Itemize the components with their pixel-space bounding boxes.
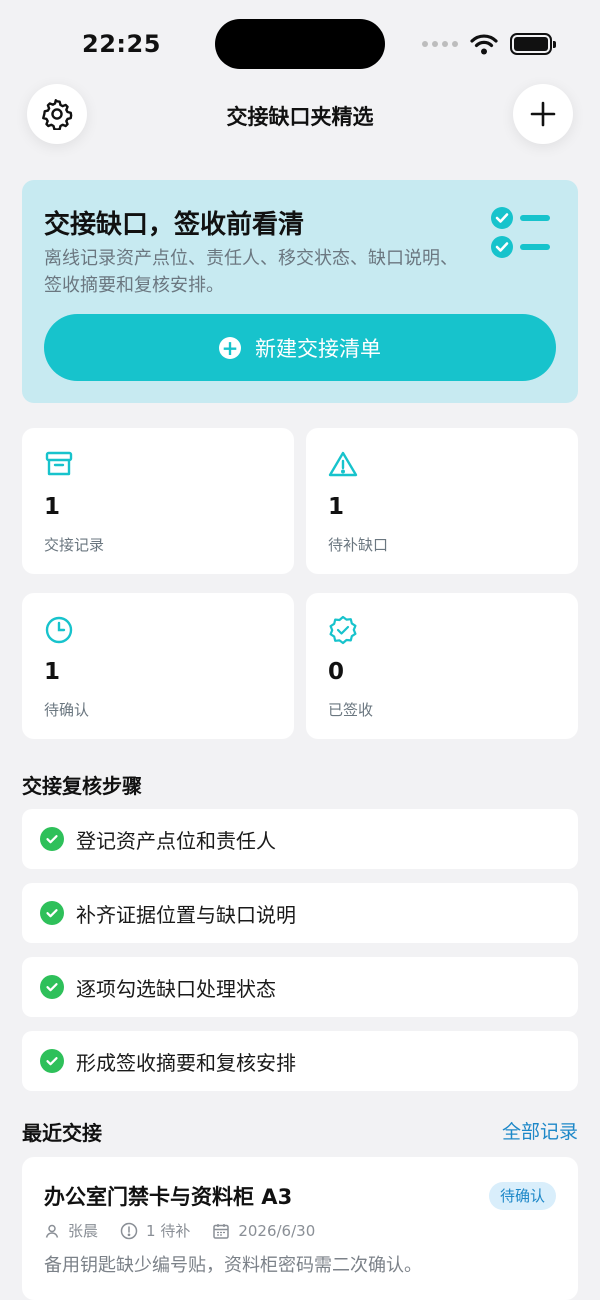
step-label: 登记资产点位和责任人: [76, 828, 276, 853]
status-time: 22:25: [82, 30, 161, 58]
stat-value: 1: [328, 494, 345, 520]
all-records-link[interactable]: 全部记录: [502, 1117, 578, 1144]
plus-icon: [530, 101, 556, 127]
hero-description: 离线记录资产点位、责任人、移交状态、缺口说明、签收摘要和复核安排。: [44, 248, 458, 296]
checklist-icon: [491, 207, 550, 258]
stat-value: 1: [44, 494, 61, 520]
recent-handover-card[interactable]: 办公室门禁卡与资料柜 A3 待确认 张晨 1 待补 2026/6/30 备用钥匙…: [22, 1157, 578, 1300]
step-item[interactable]: 补齐证据位置与缺口说明: [22, 883, 578, 943]
meta-date: 2026/6/30: [212, 1222, 315, 1240]
check-circle-icon: [40, 1049, 64, 1073]
stat-label: 待确认: [44, 701, 90, 719]
person-icon: [45, 1224, 59, 1238]
handover-note: 备用钥匙缺少编号贴，资料柜密码需二次确认。: [44, 1255, 422, 1276]
stat-label: 交接记录: [44, 536, 105, 554]
step-item[interactable]: 形成签收摘要和复核安排: [22, 1031, 578, 1091]
alert-circle-icon: [120, 1222, 138, 1239]
page-title: 交接缺口夹精选: [226, 105, 374, 129]
stat-card-pending[interactable]: 1 待确认: [22, 593, 294, 739]
steps-section-title: 交接复核步骤: [22, 774, 142, 798]
stat-label: 已签收: [328, 701, 374, 719]
meta-pending: 1 待补: [120, 1220, 190, 1241]
clock-icon: [45, 616, 73, 644]
check-circle-icon: [40, 975, 64, 999]
step-label: 逐项勾选缺口处理状态: [76, 976, 276, 1001]
nav-bar: 交接缺口夹精选: [0, 84, 600, 146]
check-circle-icon: [40, 827, 64, 851]
battery-icon: [510, 33, 556, 55]
meta-person: 张晨: [44, 1220, 98, 1241]
wifi-icon: [470, 34, 498, 55]
status-badge: 待确认: [488, 1182, 556, 1210]
new-handover-label: 新建交接清单: [255, 336, 381, 361]
step-item[interactable]: 登记资产点位和责任人: [22, 809, 578, 869]
status-indicators: [422, 33, 556, 55]
archive-icon: [45, 451, 73, 476]
handover-meta: 张晨 1 待补 2026/6/30: [44, 1220, 337, 1241]
plus-circle-icon: +: [219, 336, 241, 359]
stat-value: 0: [328, 659, 345, 685]
stat-value: 1: [44, 659, 61, 685]
step-item[interactable]: 逐项勾选缺口处理状态: [22, 957, 578, 1017]
dynamic-island: [215, 19, 385, 69]
warning-icon: [328, 451, 358, 477]
meta-person-text: 张晨: [68, 1222, 99, 1240]
new-handover-button[interactable]: + 新建交接清单: [44, 314, 556, 381]
step-label: 形成签收摘要和复核安排: [76, 1050, 296, 1075]
step-label: 补齐证据位置与缺口说明: [76, 902, 296, 927]
stat-card-signed[interactable]: 0 已签收: [306, 593, 578, 739]
hero-title: 交接缺口，签收前看清: [44, 210, 305, 240]
signal-icon: [422, 41, 458, 47]
handover-title: 办公室门禁卡与资料柜 A3: [44, 1185, 293, 1209]
meta-pending-text: 1 待补: [146, 1222, 191, 1240]
hero-card: 交接缺口，签收前看清 离线记录资产点位、责任人、移交状态、缺口说明、签收摘要和复…: [22, 180, 578, 403]
stat-label: 待补缺口: [328, 536, 389, 554]
check-circle-icon: [40, 901, 64, 925]
recent-section-title: 最近交接: [22, 1121, 102, 1145]
meta-date-text: 2026/6/30: [238, 1221, 316, 1240]
badge-check-icon: [329, 615, 357, 645]
status-bar: 22:25: [0, 0, 600, 84]
calendar-icon: [213, 1223, 230, 1239]
stat-card-gaps[interactable]: 1 待补缺口: [306, 428, 578, 574]
stat-card-records[interactable]: 1 交接记录: [22, 428, 294, 574]
add-button[interactable]: [513, 84, 573, 144]
